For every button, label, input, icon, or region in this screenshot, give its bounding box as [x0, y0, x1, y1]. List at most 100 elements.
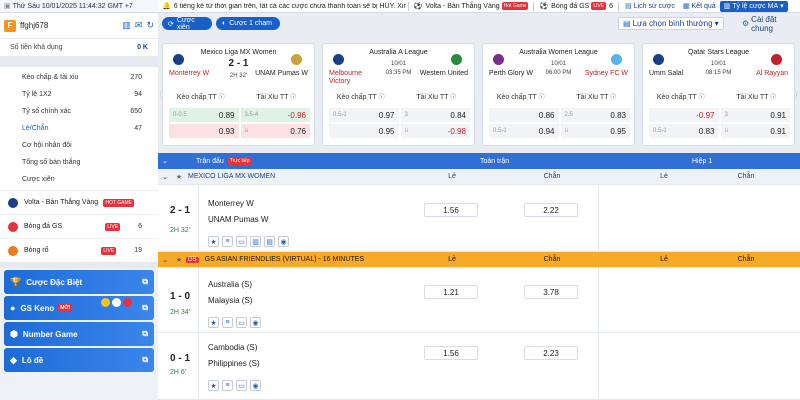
menu-item-handicap[interactable]: Kèo chấp & tài xỉu 270: [0, 69, 158, 86]
odds-cell[interactable]: 0.5-1 0.97: [329, 108, 399, 122]
odds-cell[interactable]: -0.97: [649, 108, 719, 122]
league-header[interactable]: ⌄ ★ MEXICO LIGA MX WOMEN Lẻ Chẵn Lẻ Chẵn: [158, 169, 800, 185]
match-score: 1 - 0: [170, 291, 191, 302]
even-odds-button[interactable]: 3.78: [524, 285, 578, 299]
external-link-icon: ⧉: [142, 277, 148, 286]
table-row: 1 - 0 2H 34' Australia (S) Malaysia (S) …: [158, 268, 800, 333]
calendar-icon: ▣: [4, 3, 11, 10]
tv-icon[interactable]: ▭: [236, 380, 247, 391]
match-card[interactable]: Mexico Liga MX Women 2 - 1 Monterrey W U…: [162, 43, 315, 146]
database-icon[interactable]: ≡: [222, 236, 233, 247]
odds-cell[interactable]: u -0.98: [400, 124, 470, 138]
odds-cell[interactable]: 0.86: [489, 108, 559, 122]
menu-item-odd-even[interactable]: Lẻ/Chẵn 47: [0, 120, 158, 137]
live-stream-icon[interactable]: ◉: [278, 236, 289, 247]
card-time: 2H 32': [229, 73, 248, 79]
col-odd: Lẻ: [448, 173, 456, 180]
star-icon[interactable]: ★: [172, 173, 186, 181]
match-card[interactable]: Australia A League 10/01 03:35 PM Melbou…: [322, 43, 475, 146]
odds-line: u: [244, 128, 248, 134]
special-bets-button[interactable]: 🏆 Cược Đặc Biệt ⧉: [4, 270, 154, 294]
sidebar-item-basketball[interactable]: Bóng rổ LIVE 19: [0, 238, 158, 262]
lineup-icon[interactable]: ▤: [264, 236, 275, 247]
collapse-icon[interactable]: ⌄: [158, 173, 172, 181]
odds-cell[interactable]: 0-0.5 0.89: [169, 108, 239, 122]
match-card[interactable]: Qatar Stars League 10/01 08:15 PM Umm Sa…: [642, 43, 795, 146]
odds-cell[interactable]: 3.5-4 -0.96: [240, 108, 310, 122]
even-odds-button[interactable]: 2.22: [524, 203, 578, 217]
tv-icon[interactable]: ▭: [236, 317, 247, 328]
odds-line: 3.5-4: [244, 112, 259, 118]
collapse-icon[interactable]: ⌄: [158, 256, 172, 264]
odds-cell[interactable]: 0.5-1 0.83: [649, 124, 719, 138]
parlay-button[interactable]: ⟳ Cược xiên: [162, 17, 212, 31]
odd-odds-button[interactable]: 1.56: [424, 346, 478, 360]
external-link-icon: ⧉: [142, 303, 148, 312]
gs-football-icon: [8, 221, 18, 232]
odds-cell[interactable]: 0.93: [169, 124, 239, 138]
info-icon: ⓘ: [218, 95, 225, 101]
database-icon[interactable]: ≡: [222, 317, 233, 328]
odd-odds-button[interactable]: 1.56: [424, 203, 478, 217]
live-stream-icon[interactable]: ◉: [250, 380, 261, 391]
settings-button[interactable]: ⚙ Cài đặt chung: [738, 14, 800, 33]
match-time: 2H 6': [170, 369, 187, 376]
table-row: 2 - 1 2H 32' Monterrey W UNAM Pumas W 1.…: [158, 185, 800, 252]
odds-cell[interactable]: 3 0.91: [720, 108, 790, 122]
results-button[interactable]: ▦ Kết quả: [679, 2, 720, 11]
menu-item-double-chance[interactable]: Cơ hội nhân đôi: [0, 137, 158, 154]
away-team: Malaysia (S): [208, 296, 253, 305]
odds-cell[interactable]: 3 0.84: [400, 108, 470, 122]
gs-keno-button[interactable]: ● GS Keno MỚI ⧉: [4, 296, 154, 320]
over-under-label: Tài Xỉu TT: [736, 94, 769, 101]
bet-history-button[interactable]: ▤ Lịch sử cược: [621, 2, 679, 11]
menu-item-total-goals[interactable]: Tổng số bàn thắng: [0, 154, 158, 171]
even-odds-button[interactable]: 2.23: [524, 346, 578, 360]
odds-value: 0.84: [450, 110, 466, 120]
main-content: ⟳ Cược xiên ◐ Cược 1 chạm ▤ Lựa chọn bình t…: [158, 13, 800, 400]
option-select[interactable]: ▤ Lựa chọn bình thường ▾: [618, 17, 724, 30]
mail-icon[interactable]: ✉: [135, 20, 143, 31]
book-icon[interactable]: ▥: [122, 20, 131, 31]
collapse-icon[interactable]: ⌄: [158, 157, 172, 165]
menu-item-count: 94: [134, 91, 142, 98]
star-icon[interactable]: ★: [172, 256, 186, 264]
live-badge: LIVE: [105, 222, 121, 231]
odds-cell[interactable]: 2.5 0.83: [560, 108, 630, 122]
one-click-button[interactable]: ◐ Cược 1 chạm: [216, 17, 280, 30]
odds-cell[interactable]: u 0.76: [240, 124, 310, 138]
refresh-icon[interactable]: ↻: [146, 20, 154, 31]
button-label: Cược Đặc Biệt: [26, 277, 83, 287]
odds-cell[interactable]: 0.95: [329, 124, 399, 138]
live-stream-icon[interactable]: ◉: [250, 317, 261, 328]
star-icon[interactable]: ★: [208, 236, 219, 247]
league-name: MEXICO LIGA MX WOMEN: [188, 173, 276, 180]
odds-type-select[interactable]: ▥ Tỷ lệ cược MA ▾: [719, 0, 788, 12]
gs-football-link[interactable]: ⚽ Bóng đá GS LIVE 6: [536, 2, 616, 10]
keno-icon: ●: [10, 303, 16, 313]
odds-cell[interactable]: 0.5-1 0.94: [489, 124, 559, 138]
sidebar-item-volta[interactable]: Volta - Bàn Thắng Vàng HOT GAME: [0, 190, 158, 214]
menu-item-correct-score[interactable]: Tỷ số chính xác 650: [0, 103, 158, 120]
volta-link[interactable]: ⚽ Volta - Bàn Thắng Vàng Hot Game: [411, 2, 532, 10]
number-game-button[interactable]: ⬢ Number Game ⧉: [4, 322, 154, 346]
league-header[interactable]: ⌄ ★ GS GS ASIAN FRIENDLIES (VIRTUAL) - 1…: [158, 252, 800, 268]
stats-icon[interactable]: ▥: [250, 236, 261, 247]
sidebar-item-gs-football[interactable]: Bóng đá GS LIVE 6: [0, 214, 158, 238]
tv-icon[interactable]: ▭: [236, 236, 247, 247]
external-link-icon: ⧉: [142, 329, 148, 338]
settings-label: Cài đặt chung: [751, 14, 777, 33]
menu-item-parlay[interactable]: Cược xiên: [0, 171, 158, 188]
menu-item-1x2[interactable]: Tỷ lệ 1X2 94: [0, 86, 158, 103]
odds-cell[interactable]: u 0.95: [560, 124, 630, 138]
database-icon[interactable]: ≡: [222, 380, 233, 391]
lotto-button[interactable]: ◆ Lô đề ⧉: [4, 348, 154, 372]
hot-game-badge: HOT GAME: [103, 198, 134, 207]
match-card[interactable]: Australia Women League 10/01 06:00 PM Pe…: [482, 43, 635, 146]
star-icon[interactable]: ★: [208, 380, 219, 391]
sport-label: Volta - Bàn Thắng Vàng: [24, 199, 99, 206]
odd-odds-button[interactable]: 1.21: [424, 285, 478, 299]
odds-cell[interactable]: u 0.91: [720, 124, 790, 138]
star-icon[interactable]: ★: [208, 317, 219, 328]
balance-value: 0 K: [137, 44, 148, 51]
